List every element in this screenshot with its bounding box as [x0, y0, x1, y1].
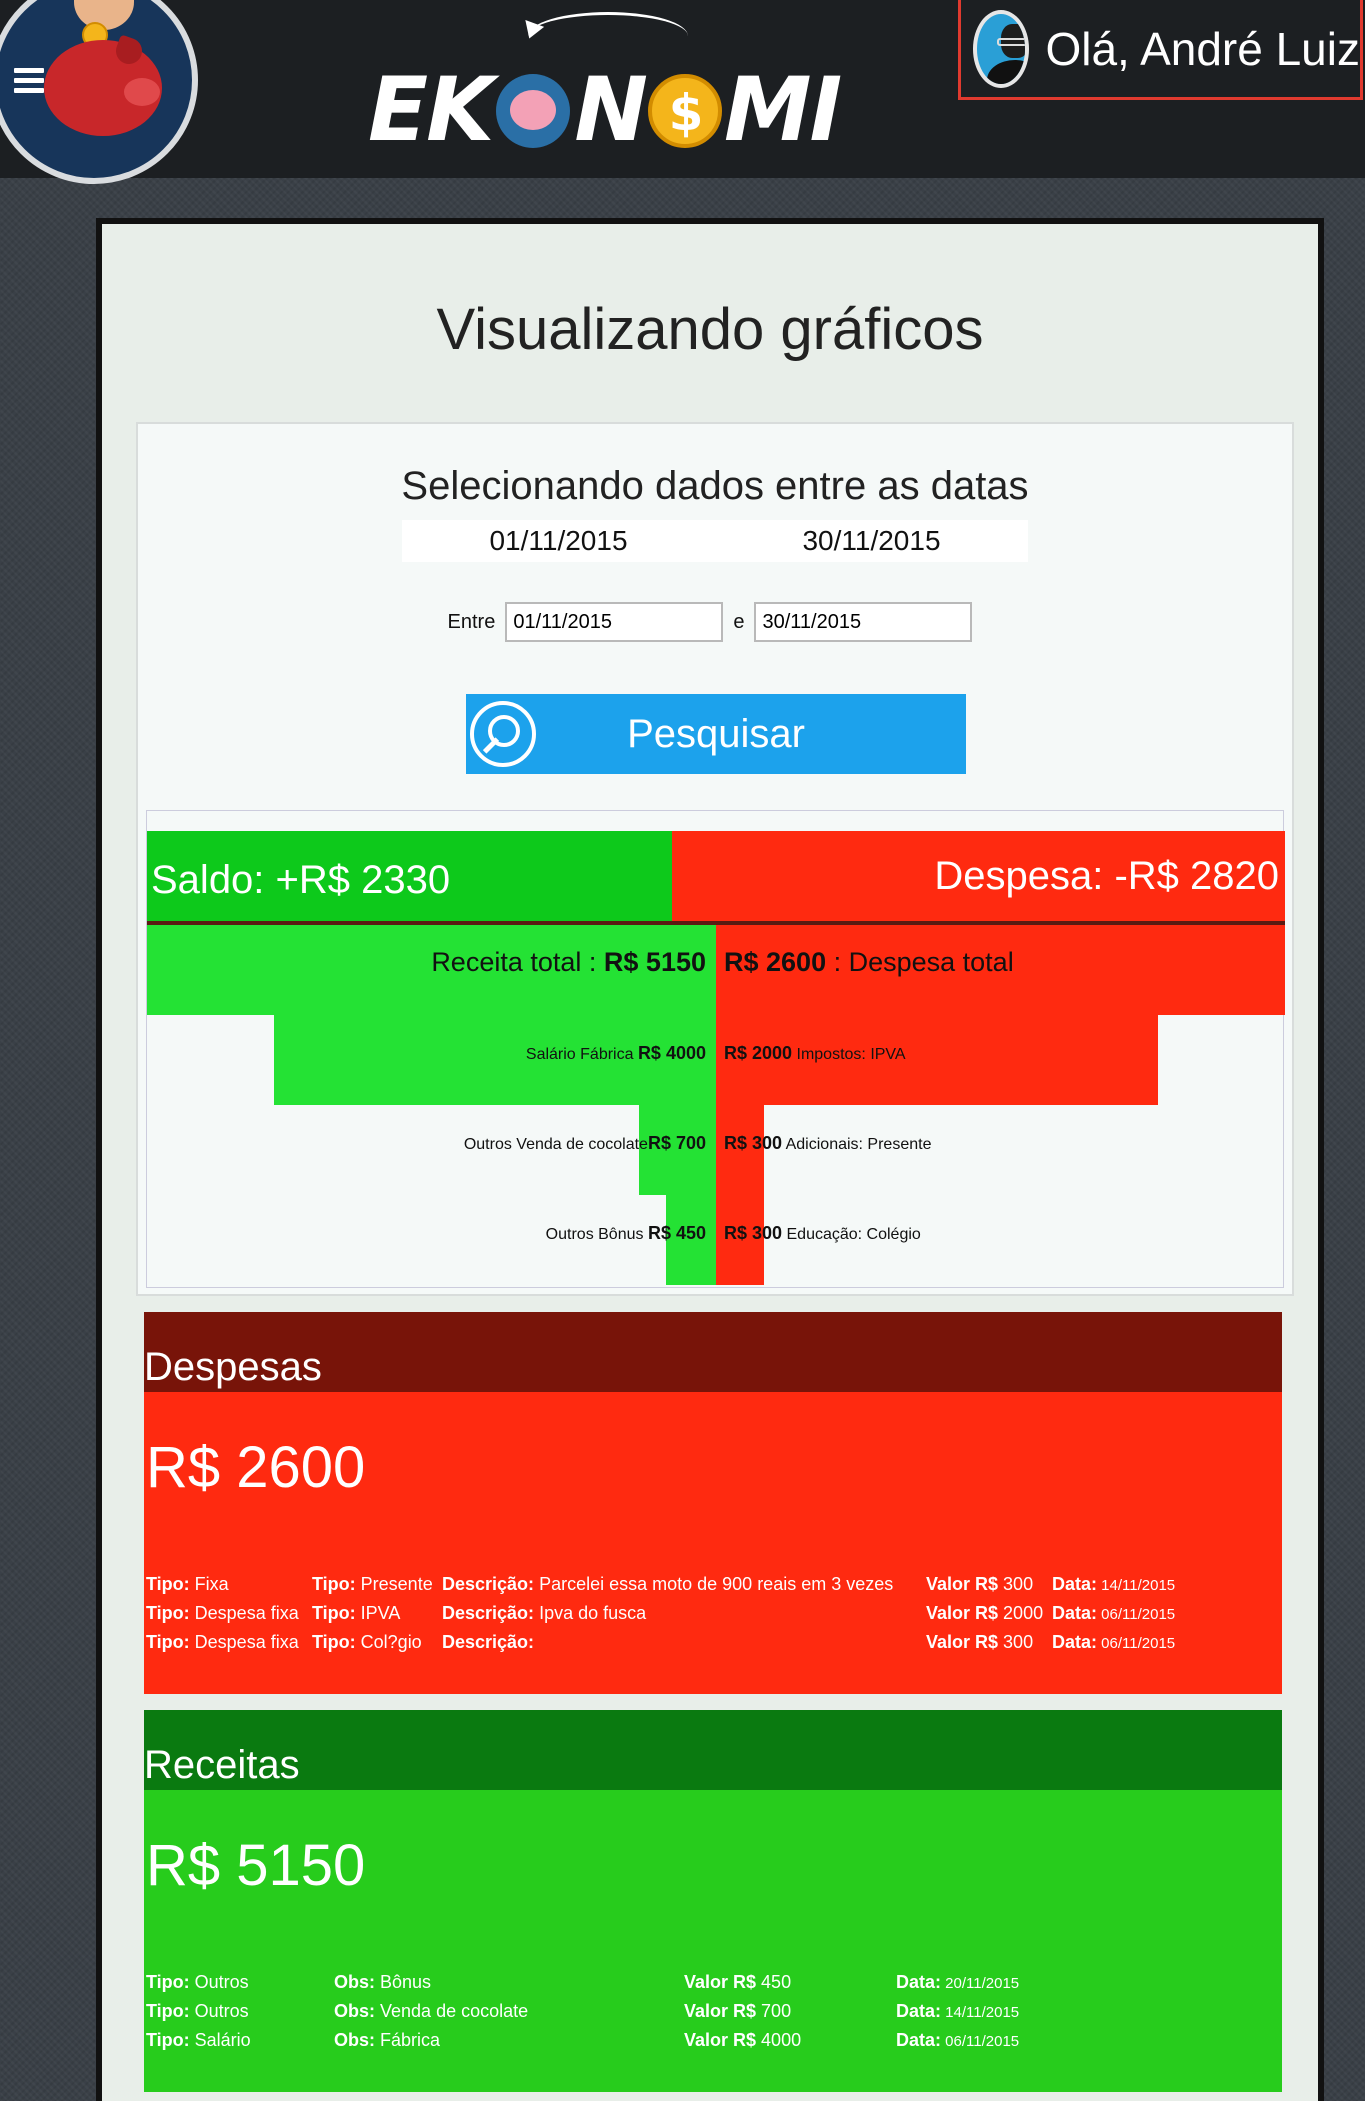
- main-panel: Visualizando gráficos Selecionando dados…: [96, 218, 1324, 2101]
- list-item-valor: Valor R$ 700: [684, 2001, 792, 2021]
- list-item-tipo: Tipo: Salário: [146, 2030, 251, 2050]
- list-item-descricao: Descrição: Parcelei essa moto de 900 rea…: [442, 1574, 894, 1594]
- user-menu[interactable]: Olá, André Luiz: [958, 0, 1363, 100]
- despesa-summary-bar: Despesa: -R$ 2820: [672, 831, 1285, 921]
- income-expense-bars: Receita total : R$ 5150 R$ 2600 : Despes…: [147, 925, 1285, 1285]
- chart-card: Selecionando dados entre as datas 01/11/…: [136, 422, 1294, 1296]
- list-item-tipo: Tipo: Fixa: [146, 1574, 229, 1594]
- despesa-summary-label: Despesa: -R$ 2820: [934, 853, 1279, 898]
- list-item-descricao: Descrição: Ipva do fusca: [442, 1603, 647, 1623]
- user-greeting: Olá, André Luiz: [1045, 22, 1360, 75]
- search-icon: [470, 701, 536, 767]
- app-logo[interactable]: EK N $ MI: [368, 8, 842, 161]
- logo-pig-icon: [496, 74, 571, 148]
- receita-total-value: R$ 5150: [603, 947, 706, 977]
- list-item-valor: Valor R$ 2000: [926, 1603, 1044, 1623]
- despesa-total-label: : Despesa total: [826, 947, 1014, 977]
- list-item-tipo: Tipo: Outros: [146, 1972, 249, 1992]
- receitas-body: R$ 5150 Tipo: Outros Obs: Bônus Valor R$…: [144, 1790, 1282, 2092]
- despesa-bar-label: R$ 2000 Impostos: IPVA: [724, 1043, 906, 1063]
- list-item-valor: Valor R$ 300: [926, 1632, 1034, 1652]
- receitas-section: Receitas R$ 5150 Tipo: Outros Obs: Bônus…: [144, 1710, 1282, 2092]
- despesa-bar-label: R$ 300 Adicionais: Presente: [724, 1133, 932, 1153]
- receitas-header: Receitas: [144, 1710, 1282, 1790]
- despesa-bar-label: R$ 300 Educação: Colégio: [724, 1223, 921, 1243]
- start-date-input[interactable]: [505, 602, 724, 642]
- list-item-valor: Valor R$ 4000: [684, 2030, 802, 2050]
- list-item-tipo2: Tipo: Presente: [312, 1574, 433, 1594]
- list-item-tipo2: Tipo: IPVA: [312, 1603, 401, 1623]
- search-button[interactable]: Pesquisar: [466, 694, 966, 774]
- list-item-obs: Obs: Venda de cocolate: [334, 2001, 529, 2021]
- despesa-total-text: R$ 2600 : Despesa total: [724, 947, 1014, 978]
- despesa-total-value: R$ 2600: [724, 947, 827, 977]
- list-item-valor: Valor R$ 300: [926, 1574, 1034, 1594]
- list-item-data: Data: 06/11/2015: [1052, 1603, 1176, 1623]
- saldo-bar: Saldo: +R$ 2330: [147, 831, 672, 921]
- receita-bar-label: Salário Fábrica R$ 4000: [525, 1043, 706, 1063]
- page-title: Visualizando gráficos: [436, 297, 984, 362]
- list-item-tipo: Tipo: Outros: [146, 2001, 249, 2021]
- date-filter-form: Entre e: [138, 602, 1292, 642]
- list-item-data: Data: 20/11/2015: [896, 1972, 1020, 1992]
- selected-end-date: 30/11/2015: [802, 525, 941, 556]
- logo-text-post: MI: [723, 58, 842, 161]
- user-avatar-icon[interactable]: [973, 9, 1030, 88]
- despesas-header: Despesas: [144, 1312, 1282, 1392]
- between-label: Entre: [447, 610, 496, 633]
- receitas-heading: Receitas: [144, 1743, 300, 1787]
- list-item-data: Data: 06/11/2015: [896, 2030, 1020, 2050]
- despesas-body: R$ 2600 Tipo: Fixa Tipo: Presente Descri…: [144, 1392, 1282, 1694]
- end-date-input[interactable]: [754, 602, 973, 642]
- balance-summary: Saldo: +R$ 2330 Despesa: -R$ 2820: [147, 831, 1285, 925]
- despesas-section: Despesas R$ 2600 Tipo: Fixa Tipo: Presen…: [144, 1312, 1282, 1694]
- list-item-tipo2: Tipo: Col?gio: [312, 1632, 422, 1652]
- list-item-valor: Valor R$ 450: [684, 1972, 792, 1992]
- despesas-total: R$ 2600: [146, 1435, 366, 1500]
- receita-total-label: Receita total :: [431, 947, 604, 977]
- saldo-label: Saldo: +R$ 2330: [151, 858, 451, 902]
- list-item-tipo: Tipo: Despesa fixa: [146, 1632, 299, 1652]
- selected-start-date: 01/11/2015: [489, 525, 628, 556]
- despesas-heading: Despesas: [144, 1345, 322, 1389]
- list-item-data: Data: 14/11/2015: [1052, 1574, 1176, 1594]
- and-label: e: [733, 610, 745, 633]
- list-item-obs: Obs: Bônus: [334, 1972, 432, 1992]
- logo-arrow-icon: [528, 12, 688, 60]
- receita-bar-label: Outros Bônus R$ 450: [545, 1223, 706, 1243]
- list-item-obs: Obs: Fábrica: [334, 2030, 441, 2050]
- top-bar: EK N $ MI Olá, André Luiz: [0, 0, 1365, 184]
- receitas-total: R$ 5150: [146, 1833, 366, 1898]
- logo-text-pre: EK: [368, 58, 494, 161]
- logo-text-mid: N: [574, 58, 648, 161]
- search-button-label: Pesquisar: [627, 711, 805, 756]
- hamburger-menu-icon[interactable]: [14, 68, 44, 98]
- receita-bar-label: Outros Venda de cocolateR$ 700: [463, 1133, 706, 1153]
- list-item-descricao: Descrição:: [442, 1632, 535, 1652]
- list-item-tipo: Tipo: Despesa fixa: [146, 1603, 299, 1623]
- receita-total-text: Receita total : R$ 5150: [431, 947, 706, 978]
- list-item-data: Data: 06/11/2015: [1052, 1632, 1176, 1652]
- date-filter-heading: Selecionando dados entre as datas: [401, 464, 1029, 508]
- balance-chart: Saldo: +R$ 2330 Despesa: -R$ 2820 Receit…: [146, 810, 1285, 1288]
- menu-button[interactable]: [0, 0, 198, 184]
- list-item-data: Data: 14/11/2015: [896, 2001, 1020, 2021]
- logo-coin-icon: $: [647, 74, 722, 148]
- selected-date-range: 01/11/2015 30/11/2015: [402, 520, 1028, 562]
